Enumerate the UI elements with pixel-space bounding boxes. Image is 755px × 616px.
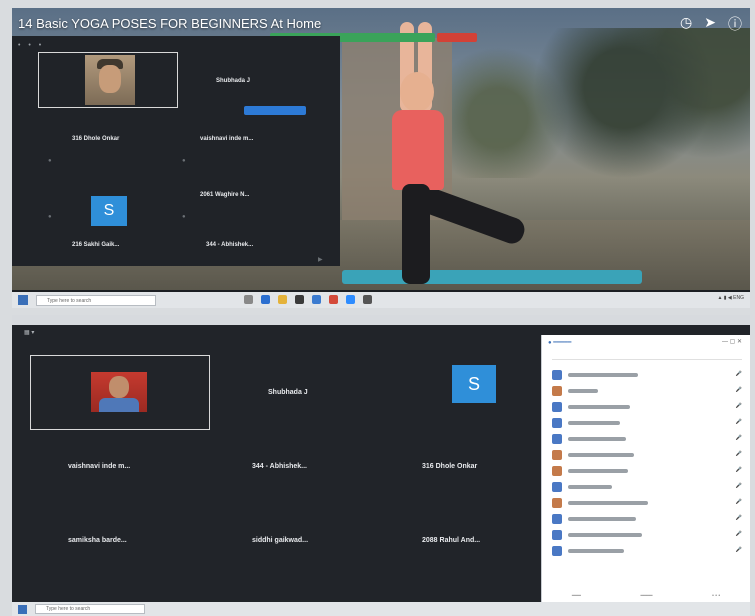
- participant-name: 216 Sakhi Gaik...: [72, 242, 120, 248]
- window-titlebar: [12, 315, 750, 325]
- participant-name: 344 - Abhishek...: [252, 463, 307, 470]
- mic-off-icon: ●: [48, 158, 52, 164]
- taskbar-apps: [244, 295, 372, 304]
- windows-taskbar: Type here to search: [12, 602, 750, 616]
- screenshot-bottom: ▦ ▾ Shubhada J S vaishnavi inde m... 344…: [12, 315, 750, 612]
- more-button[interactable]: • • •: [712, 593, 720, 599]
- panel-window-controls[interactable]: — ▢ ✕: [722, 338, 742, 345]
- participant-name: vaishnavi inde m...: [200, 136, 254, 142]
- mute-all-button[interactable]: ━━━━: [640, 593, 652, 599]
- participants-panel-title: ● ━━━━━: [548, 340, 572, 346]
- start-icon[interactable]: [18, 295, 28, 305]
- participant-row[interactable]: 🎤: [552, 449, 742, 461]
- system-tray-clock[interactable]: ▲ ▮ ◀ ENG: [717, 295, 744, 301]
- app-icon[interactable]: [363, 295, 372, 304]
- participant-name: samiksha barde...: [68, 537, 127, 544]
- participant-video: [85, 55, 135, 105]
- participant-row[interactable]: 🎤: [552, 529, 742, 541]
- panel-menu-dots[interactable]: • • •: [18, 42, 44, 49]
- participant-row[interactable]: 🎤: [552, 369, 742, 381]
- mic-off-icon: ●: [182, 158, 186, 164]
- avatar: S: [452, 365, 496, 403]
- task-view-icon[interactable]: [244, 295, 253, 304]
- chrome-icon[interactable]: [329, 295, 338, 304]
- participant-row[interactable]: 🎤: [552, 497, 742, 509]
- share-icon[interactable]: ➤: [704, 14, 716, 34]
- screenshot-top: 14 Basic YOGA POSES FOR BEGINNERS At Hom…: [12, 8, 750, 308]
- mic-off-icon: ●: [182, 214, 186, 220]
- participants-footer: ━━━ ━━━━ • • •: [542, 593, 750, 599]
- participant-name: siddhi gaikwad...: [252, 537, 309, 544]
- participant-name: 316 Dhole Onkar: [422, 463, 478, 470]
- participant-name: Shubhada J: [268, 389, 308, 396]
- start-icon[interactable]: [18, 604, 27, 614]
- participant-row[interactable]: 🎤: [552, 465, 742, 477]
- participants-panel: ● ━━━━━ — ▢ ✕ 🎤 🎤 🎤 🎤 🎤 🎤 🎤 🎤 🎤 🎤 🎤 🎤 ━━…: [541, 335, 750, 605]
- windows-taskbar: Type here to search ▲ ▮ ◀ ENG: [12, 292, 750, 308]
- edge-icon[interactable]: [261, 295, 270, 304]
- participant-name: 2061 Waghire N...: [200, 192, 250, 198]
- avatar: S: [91, 196, 127, 226]
- participant-name: Shubhada J: [216, 78, 251, 84]
- clock-icon[interactable]: ◷: [680, 14, 692, 34]
- meeting-gallery-panel: • • • Shubhada J 316 Dhole Onkar vaishna…: [12, 36, 340, 266]
- participant-name: 316 Dhole Onkar: [72, 136, 120, 142]
- self-video-tile[interactable]: [38, 52, 178, 108]
- view-menu[interactable]: ▦ ▾: [24, 329, 34, 336]
- yoga-instructor: [380, 22, 550, 290]
- mic-off-icon: ●: [48, 214, 52, 220]
- participant-row[interactable]: 🎤: [552, 433, 742, 445]
- video-title[interactable]: 14 Basic YOGA POSES FOR BEGINNERS At Hom…: [18, 16, 321, 31]
- taskbar-search[interactable]: Type here to search: [35, 604, 145, 614]
- participant-row[interactable]: 🎤: [552, 513, 742, 525]
- participant-row[interactable]: 🎤: [552, 417, 742, 429]
- participant-name: 344 - Abhishek...: [206, 242, 254, 248]
- self-video-tile[interactable]: [30, 355, 210, 430]
- stop-sharing-button[interactable]: [437, 33, 477, 42]
- participant-name: vaishnavi inde m...: [68, 463, 131, 470]
- participant-video: [91, 372, 147, 412]
- taskbar-search[interactable]: Type here to search: [36, 294, 156, 306]
- store-icon[interactable]: [295, 295, 304, 304]
- zoom-icon[interactable]: [346, 295, 355, 304]
- video-controls: ◷ ➤ ⓘ: [680, 14, 742, 34]
- info-icon[interactable]: ⓘ: [728, 14, 742, 34]
- folder-icon[interactable]: [278, 295, 287, 304]
- participant-row[interactable]: 🎤: [552, 401, 742, 413]
- participant-name: 2088 Rahul And...: [422, 537, 481, 544]
- participant-search[interactable]: [552, 351, 742, 360]
- participant-row[interactable]: 🎤: [552, 481, 742, 493]
- participant-row[interactable]: 🎤: [552, 385, 742, 397]
- next-page-icon[interactable]: ▶: [318, 256, 323, 263]
- join-button[interactable]: [244, 106, 306, 115]
- invite-button[interactable]: ━━━: [572, 593, 581, 599]
- participant-row[interactable]: 🎤: [552, 545, 742, 557]
- mail-icon[interactable]: [312, 295, 321, 304]
